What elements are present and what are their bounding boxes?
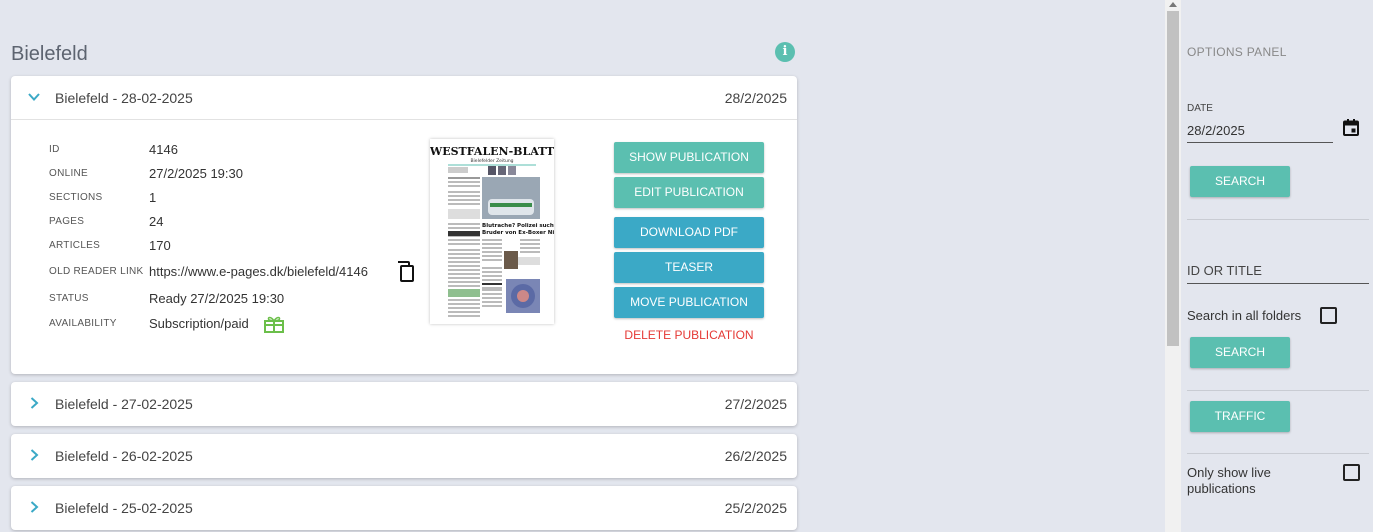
search-all-folders-label: Search in all folders [1187, 308, 1302, 323]
scroll-up-arrow-icon[interactable] [1169, 2, 1177, 7]
detail-value: 4146 [149, 142, 178, 157]
date-input[interactable] [1187, 118, 1333, 143]
divider [1187, 219, 1369, 220]
download-pdf-button[interactable]: DOWNLOAD PDF [614, 217, 764, 248]
calendar-icon[interactable] [1343, 119, 1359, 136]
publication-card[interactable]: Bielefeld - 26-02-2025 26/2/2025 [11, 434, 797, 478]
publication-card-header[interactable]: Bielefeld - 25-02-2025 25/2/2025 [11, 486, 797, 530]
only-live-publications-checkbox[interactable] [1343, 464, 1360, 481]
publication-title: Bielefeld - 27-02-2025 [55, 396, 193, 412]
detail-label: OLD READER LINK [49, 266, 144, 277]
svg-text:Bruder von Ex-Boxer Nimani: Bruder von Ex-Boxer Nimani [482, 230, 554, 236]
show-publication-button[interactable]: SHOW PUBLICATION [614, 142, 764, 173]
detail-label: ARTICLES [49, 240, 101, 251]
publication-title: Bielefeld - 28-02-2025 [55, 90, 193, 106]
scrollbar[interactable] [1165, 0, 1181, 532]
date-label: DATE [1187, 103, 1213, 114]
publication-date: 27/2/2025 [724, 396, 787, 412]
publication-card-header[interactable]: Bielefeld - 28-02-2025 28/2/2025 [11, 76, 797, 120]
chevron-right-icon[interactable] [27, 396, 41, 410]
detail-label: ONLINE [49, 168, 89, 179]
detail-label: AVAILABILITY [49, 318, 117, 329]
detail-label: ID [49, 144, 60, 155]
old-reader-link[interactable]: https://www.e-pages.dk/bielefeld/4146 [149, 264, 368, 279]
page-title: Bielefeld [11, 43, 88, 65]
id-title-search-button[interactable]: SEARCH [1190, 337, 1290, 368]
detail-value: 1 [149, 190, 157, 205]
search-all-folders-checkbox[interactable] [1320, 307, 1337, 324]
thumbnail-subtitle: Bielefelder Zeitung [470, 158, 513, 164]
delete-publication-button[interactable]: DELETE PUBLICATION [614, 328, 764, 342]
options-panel-heading: OPTIONS PANEL [1187, 45, 1287, 59]
options-panel: OPTIONS PANEL DATE SEARCH Search in all … [1181, 0, 1373, 532]
only-live-publications-label: Only show live publications [1187, 465, 1271, 496]
chevron-right-icon[interactable] [27, 448, 41, 462]
traffic-button[interactable]: TRAFFIC [1190, 401, 1290, 432]
id-or-title-input[interactable] [1187, 258, 1369, 284]
detail-value: 24 [149, 214, 164, 229]
scrollbar-thumb[interactable] [1167, 11, 1179, 346]
move-publication-button[interactable]: MOVE PUBLICATION [614, 287, 764, 318]
publication-date: 28/2/2025 [724, 90, 787, 106]
detail-value: 27/2/2025 19:30 [149, 166, 243, 181]
teaser-button[interactable]: TEASER [614, 252, 764, 283]
edit-publication-button[interactable]: EDIT PUBLICATION [614, 177, 764, 208]
detail-label: SECTIONS [49, 192, 103, 203]
publication-card-header[interactable]: Bielefeld - 26-02-2025 26/2/2025 [11, 434, 797, 478]
date-search-button[interactable]: SEARCH [1190, 166, 1290, 197]
chevron-right-icon[interactable] [27, 500, 41, 514]
publication-title: Bielefeld - 26-02-2025 [55, 448, 193, 464]
svg-text:Blutrache? Polizei sucht: Blutrache? Polizei sucht [482, 223, 554, 229]
info-icon[interactable]: i [775, 42, 795, 62]
divider [1187, 390, 1369, 391]
publication-card[interactable]: Bielefeld - 25-02-2025 25/2/2025 [11, 486, 797, 530]
gift-icon [263, 314, 285, 334]
detail-label: PAGES [49, 216, 85, 227]
divider [1187, 453, 1369, 454]
detail-value: Ready 27/2/2025 19:30 [149, 291, 285, 306]
detail-value: Subscription/paid [149, 316, 249, 331]
main-content: Bielefeld i Bielefeld - 28-02-2025 28/2/… [0, 0, 1165, 532]
detail-label: STATUS [49, 293, 89, 304]
publication-card[interactable]: Bielefeld - 27-02-2025 27/2/2025 [11, 382, 797, 426]
publication-card-header[interactable]: Bielefeld - 27-02-2025 27/2/2025 [11, 382, 797, 426]
publication-date: 25/2/2025 [724, 500, 787, 516]
copy-icon[interactable] [396, 261, 416, 283]
chevron-down-icon[interactable] [27, 90, 41, 104]
thumbnail-masthead: WESTFALEN-BLATT [430, 145, 554, 158]
publication-thumbnail[interactable]: WESTFALEN-BLATT Bielefelder Zeitung Blut [430, 139, 554, 324]
publication-card-expanded: Bielefeld - 28-02-2025 28/2/2025 ID 4146… [11, 76, 797, 374]
publication-date: 26/2/2025 [724, 448, 787, 464]
detail-value: 170 [149, 238, 171, 253]
publication-title: Bielefeld - 25-02-2025 [55, 500, 193, 516]
